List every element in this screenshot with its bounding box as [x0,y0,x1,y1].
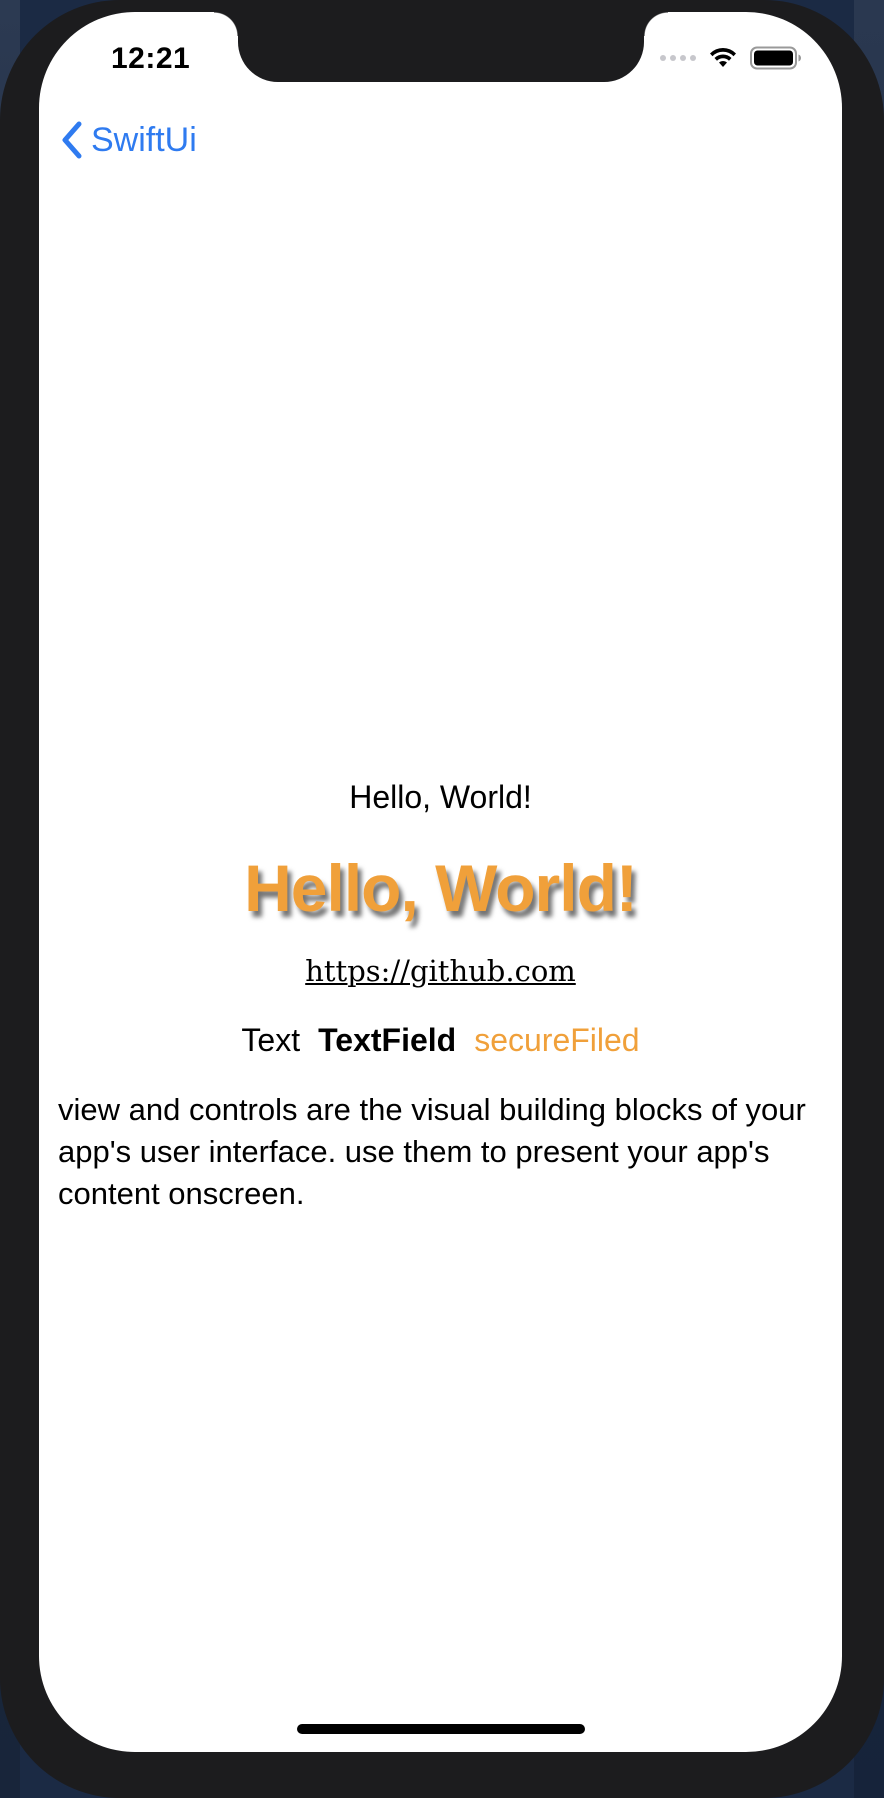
notch [214,12,668,82]
textfield-label: TextField [318,1022,457,1058]
back-button-label: SwiftUi [91,120,197,159]
wifi-icon [710,47,736,67]
hello-world-text: Hello, World! [349,779,532,815]
securefield-label: secureFiled [474,1022,640,1058]
cellular-signal-icon [660,55,696,61]
description-paragraph: view and controls are the visual buildin… [58,1092,806,1211]
status-time: 12:21 [111,42,191,75]
status-icons [660,46,802,70]
screen: 12:21 SwiftUi Hello, World! Hello, World… [39,12,842,1752]
text-label: Text [241,1022,301,1058]
chevron-left-icon [62,121,82,159]
github-link[interactable]: https://github.com [39,954,842,988]
control-names-row: Text TextField secureFiled [39,1022,842,1059]
back-button[interactable]: SwiftUi [59,120,197,160]
home-indicator[interactable] [297,1724,585,1734]
battery-icon [750,46,801,70]
hello-world-styled-text: Hello, World! [244,851,638,925]
phone-frame: 12:21 SwiftUi Hello, World! Hello, World… [0,0,884,1798]
